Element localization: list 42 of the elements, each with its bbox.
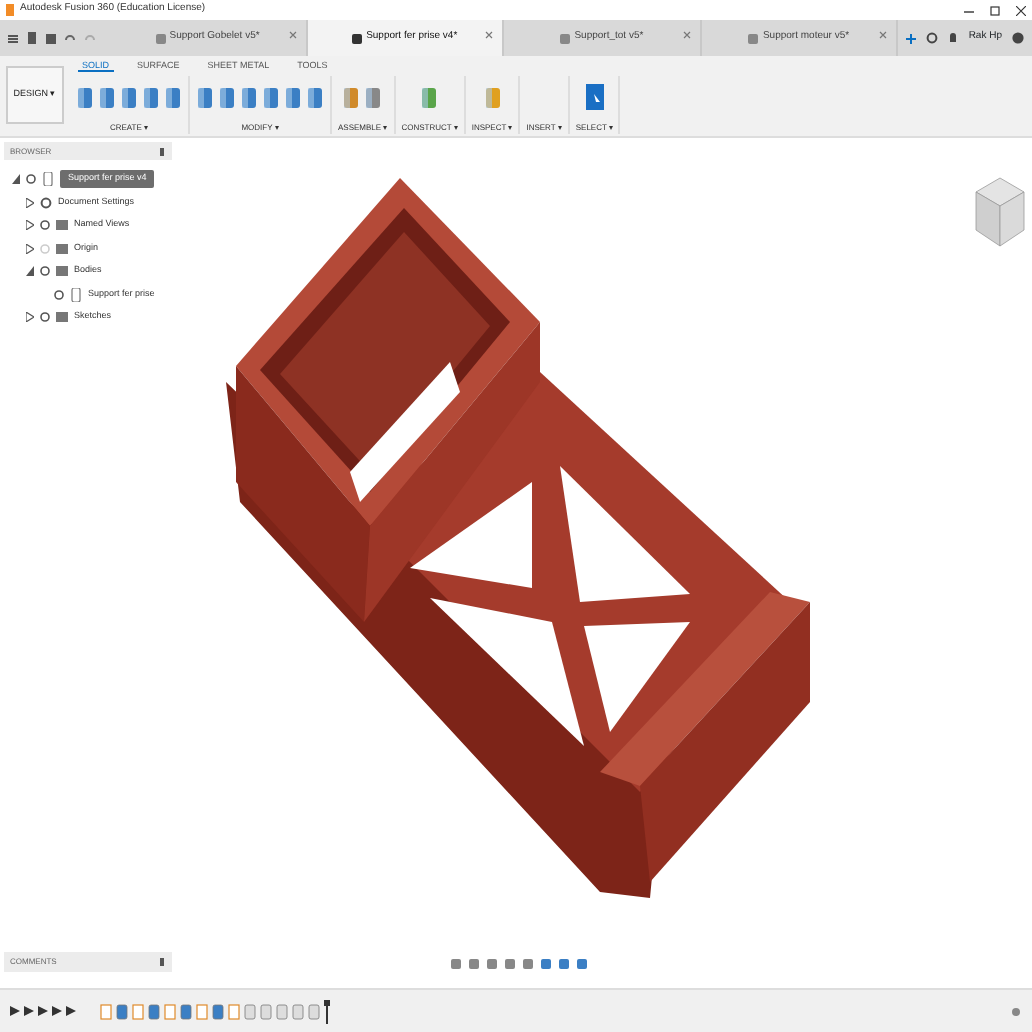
minimize-icon[interactable] [964,5,974,15]
eye-icon[interactable] [54,289,64,300]
collapsed-caret-icon[interactable] [26,243,34,254]
part-icon [352,33,363,43]
solid-feature-icon[interactable] [116,1003,128,1019]
eye-icon[interactable] [40,312,50,323]
solid-feature-icon[interactable] [148,1003,160,1019]
file-icon[interactable] [26,32,38,44]
sketch-feature-icon[interactable] [228,1003,240,1019]
play-icon[interactable] [38,1006,48,1016]
expanded-caret-icon[interactable] [26,266,34,277]
close-icon[interactable] [1016,5,1026,15]
folder-icon [56,310,68,325]
eye-icon[interactable] [40,220,50,231]
radio-icon[interactable] [26,174,36,185]
body-icon [70,287,82,302]
pin-icon[interactable] [160,958,166,966]
solid-feature-icon[interactable] [180,1003,192,1019]
part-icon [560,33,571,43]
new-tab-icon[interactable] [906,33,917,43]
grid-menu-icon[interactable] [8,33,18,43]
restore-icon[interactable] [990,5,1000,15]
app-logo-icon [6,4,14,16]
collapsed-caret-icon[interactable] [26,197,34,208]
save-icon[interactable] [46,33,56,43]
sketch-feature-icon[interactable] [132,1003,144,1019]
cursor-icon[interactable] [585,83,604,109]
expanded-caret-icon[interactable] [12,174,20,185]
undo-icon[interactable] [64,33,76,43]
collapsed-caret-icon[interactable] [26,220,34,231]
collapsed-caret-icon[interactable] [26,312,34,323]
sketch-feature-icon[interactable] [100,1003,112,1019]
sketch-feature-icon[interactable] [164,1003,176,1019]
timeline-marker-icon[interactable] [324,999,330,1023]
pin-icon[interactable] [160,147,166,155]
part-icon [155,33,166,43]
sketch-feature-icon[interactable] [196,1003,208,1019]
bell-icon[interactable] [948,32,959,44]
view-cube-icon[interactable] [975,177,1025,247]
part-icon [748,33,759,43]
eye-icon[interactable] [40,266,50,277]
solid-feature-icon[interactable] [212,1003,224,1019]
